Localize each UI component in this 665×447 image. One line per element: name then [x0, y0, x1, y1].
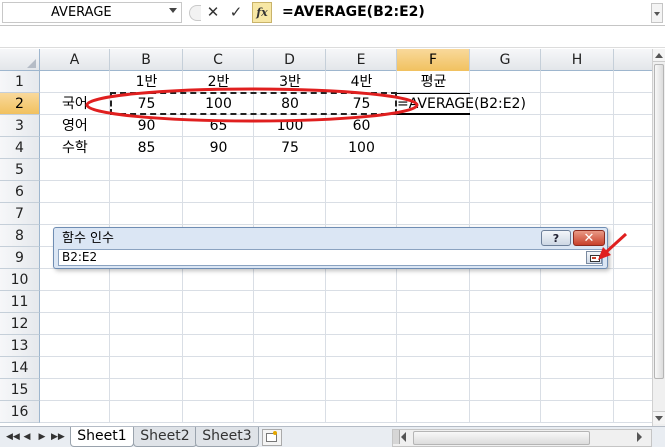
- sheet-tab-sheet2[interactable]: Sheet2: [133, 427, 197, 447]
- last-sheet-icon[interactable]: ▶▶: [51, 430, 65, 444]
- cell-e2[interactable]: 75: [326, 93, 397, 115]
- select-all-corner[interactable]: [0, 49, 40, 71]
- row-header-15[interactable]: 15: [0, 379, 40, 401]
- column-header-row: ABCDEFGH: [0, 49, 652, 71]
- cell-c4[interactable]: 90: [183, 137, 254, 159]
- dialog-title: 함수 인수: [62, 231, 114, 246]
- sheet-tab-sheet1[interactable]: Sheet1: [70, 427, 134, 447]
- range-input[interactable]: B2:E2: [58, 249, 603, 266]
- cell-d2[interactable]: 80: [254, 93, 326, 115]
- scroll-right-icon[interactable]: [637, 432, 642, 442]
- row-header-1[interactable]: 1: [0, 71, 40, 93]
- cell-a3[interactable]: 영어: [62, 115, 88, 137]
- row-header-13[interactable]: 13: [0, 335, 40, 357]
- column-header-a[interactable]: A: [40, 49, 110, 71]
- cell-b2[interactable]: 75: [110, 93, 183, 115]
- row-header-10[interactable]: 10: [0, 269, 40, 291]
- cell-f2[interactable]: =AVERAGE(B2:E2): [397, 93, 526, 115]
- row-header-9[interactable]: 9: [0, 247, 40, 269]
- cell-a4[interactable]: 수학: [62, 137, 88, 159]
- insert-sheet-icon[interactable]: [262, 429, 282, 446]
- cell-b1[interactable]: 1반: [110, 71, 183, 93]
- cell-e4[interactable]: 100: [326, 137, 397, 159]
- column-header-e[interactable]: E: [326, 49, 397, 71]
- cell-d1[interactable]: 3반: [254, 71, 326, 93]
- cell-d3[interactable]: 100: [254, 115, 326, 137]
- column-header-h[interactable]: H: [541, 49, 614, 71]
- vertical-scroll-thumb[interactable]: [654, 64, 664, 379]
- cell-c1[interactable]: 2반: [183, 71, 254, 93]
- row-header-7[interactable]: 7: [0, 203, 40, 225]
- formula-input[interactable]: =AVERAGE(B2:E2): [282, 2, 425, 23]
- enter-button[interactable]: ✓: [227, 3, 245, 22]
- gridline: [613, 71, 614, 423]
- expand-formula-bar-button[interactable]: [651, 3, 663, 23]
- scroll-down-icon[interactable]: [653, 411, 665, 424]
- sheet-tab-sheet3[interactable]: Sheet3: [195, 427, 259, 447]
- vertical-scrollbar[interactable]: [652, 49, 665, 426]
- row-header-6[interactable]: 6: [0, 181, 40, 203]
- help-button[interactable]: ?: [541, 230, 571, 246]
- expand-dialog-button[interactable]: [586, 251, 602, 264]
- row-header-8[interactable]: 8: [0, 225, 40, 247]
- close-button[interactable]: ✕: [573, 230, 605, 246]
- formula-bar-extension: [0, 26, 665, 48]
- column-header-c[interactable]: C: [183, 49, 254, 71]
- cell-b4[interactable]: 85: [110, 137, 183, 159]
- cell-c2[interactable]: 100: [183, 93, 254, 115]
- column-header-b[interactable]: B: [110, 49, 183, 71]
- row-header-11[interactable]: 11: [0, 291, 40, 313]
- cell-f1[interactable]: 평균: [397, 71, 470, 94]
- split-handle[interactable]: [393, 430, 400, 444]
- first-sheet-icon[interactable]: ◀◀: [6, 430, 20, 444]
- cell-e3[interactable]: 60: [326, 115, 397, 137]
- row-header-3[interactable]: 3: [0, 115, 40, 137]
- row-header-12[interactable]: 12: [0, 313, 40, 335]
- row-header-14[interactable]: 14: [0, 357, 40, 379]
- help-icon: ?: [552, 232, 560, 245]
- cell-d4[interactable]: 75: [254, 137, 326, 159]
- function-arguments-dialog: 함수 인수 ? ✕ B2:E2: [53, 227, 608, 269]
- name-box[interactable]: AVERAGE: [2, 2, 182, 23]
- cell-a2[interactable]: 국어: [62, 93, 88, 115]
- column-header-d[interactable]: D: [254, 49, 326, 71]
- scroll-up-icon[interactable]: [653, 49, 665, 62]
- formula-bar: AVERAGE ✕ ✓ fx =AVERAGE(B2:E2): [0, 0, 665, 26]
- row-header-4[interactable]: 4: [0, 137, 40, 159]
- horizontal-scroll-thumb[interactable]: [413, 431, 590, 445]
- column-header-g[interactable]: G: [470, 49, 541, 71]
- horizontal-scrollbar[interactable]: [392, 429, 652, 447]
- next-sheet-icon[interactable]: ▶: [36, 430, 48, 444]
- formula-bar-grip[interactable]: [189, 5, 201, 21]
- row-header-16[interactable]: 16: [0, 401, 40, 423]
- insert-function-button[interactable]: fx: [252, 2, 272, 23]
- chevron-down-icon[interactable]: [169, 8, 177, 13]
- close-icon: ✕: [583, 231, 595, 246]
- cell-c3[interactable]: 65: [183, 115, 254, 137]
- scroll-left-icon[interactable]: [401, 432, 406, 442]
- row-header-5[interactable]: 5: [0, 159, 40, 181]
- cell-b3[interactable]: 90: [110, 115, 183, 137]
- cell-e1[interactable]: 4반: [326, 71, 397, 93]
- sheet-tab-bar: ◀◀ ◀ ▶ ▶▶ Sheet1 Sheet2 Sheet3: [0, 426, 665, 447]
- prev-sheet-icon[interactable]: ◀: [21, 430, 33, 444]
- row-header-2[interactable]: 2: [0, 93, 40, 115]
- cancel-button[interactable]: ✕: [204, 3, 222, 22]
- column-header-f[interactable]: F: [397, 49, 470, 71]
